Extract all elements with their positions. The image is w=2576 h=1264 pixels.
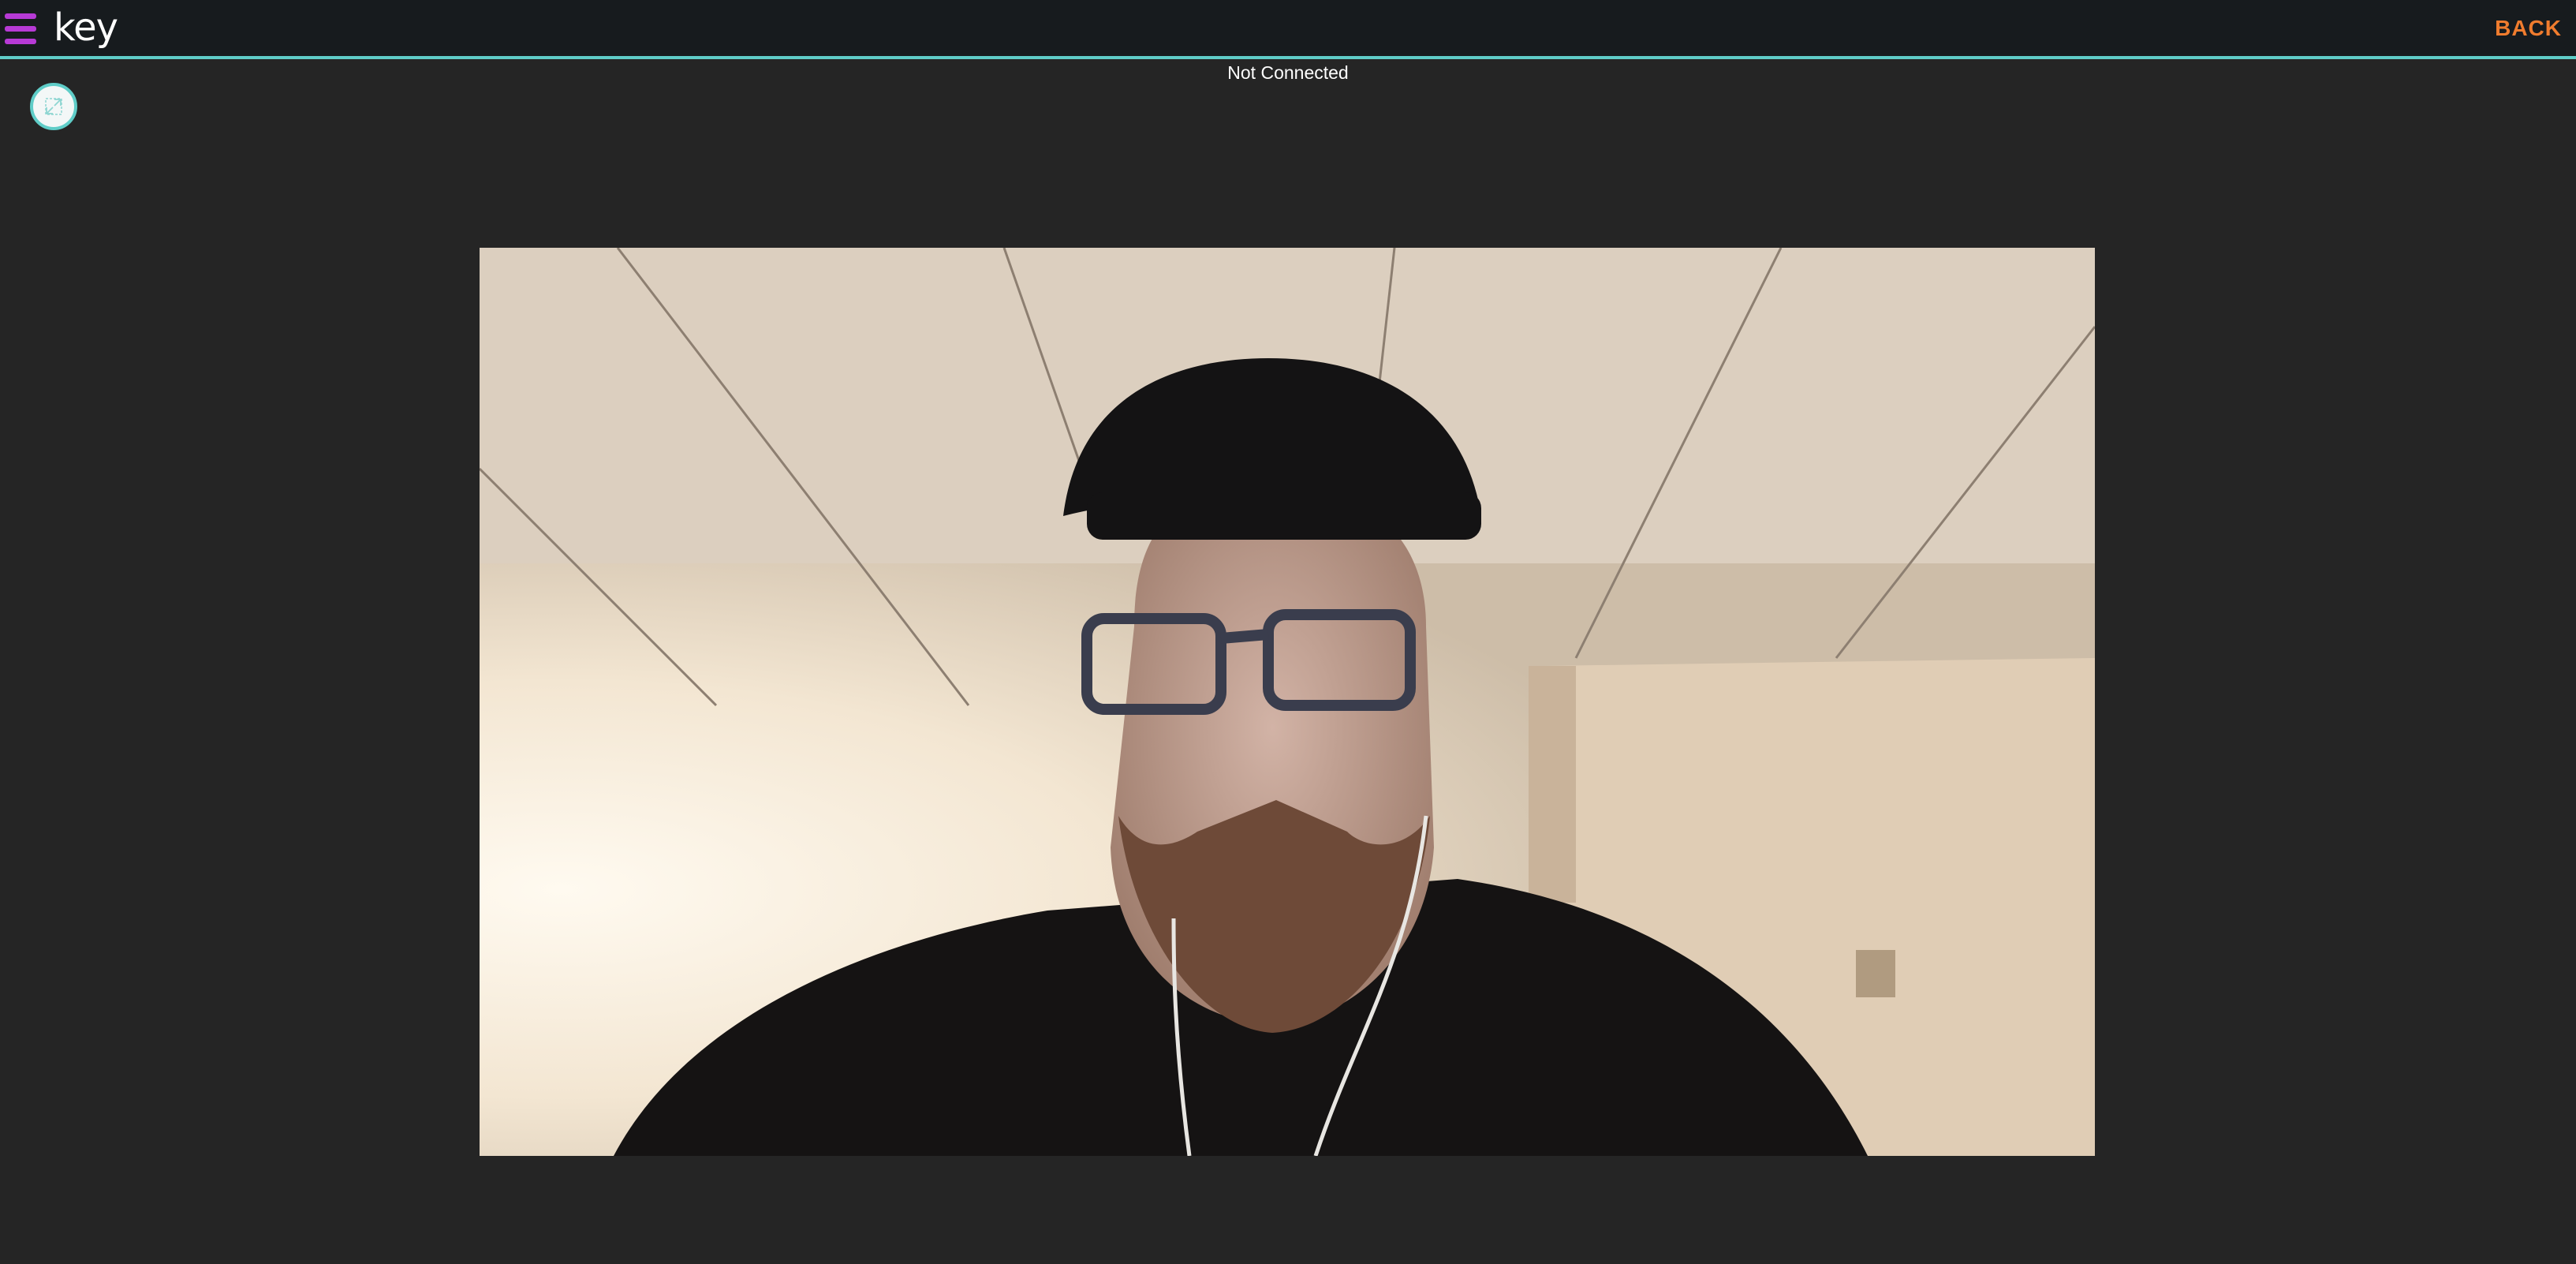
top-bar: key BACK [0, 0, 2576, 59]
fullscreen-button[interactable] [30, 83, 77, 130]
connection-status: Not Connected [1227, 62, 1349, 83]
local-video-feed [480, 248, 2095, 1156]
back-button[interactable]: BACK [2495, 16, 2562, 41]
hamburger-menu-icon[interactable] [5, 13, 36, 45]
app-logo: key [54, 6, 118, 50]
expand-icon [45, 98, 62, 115]
video-image [480, 248, 2095, 1156]
